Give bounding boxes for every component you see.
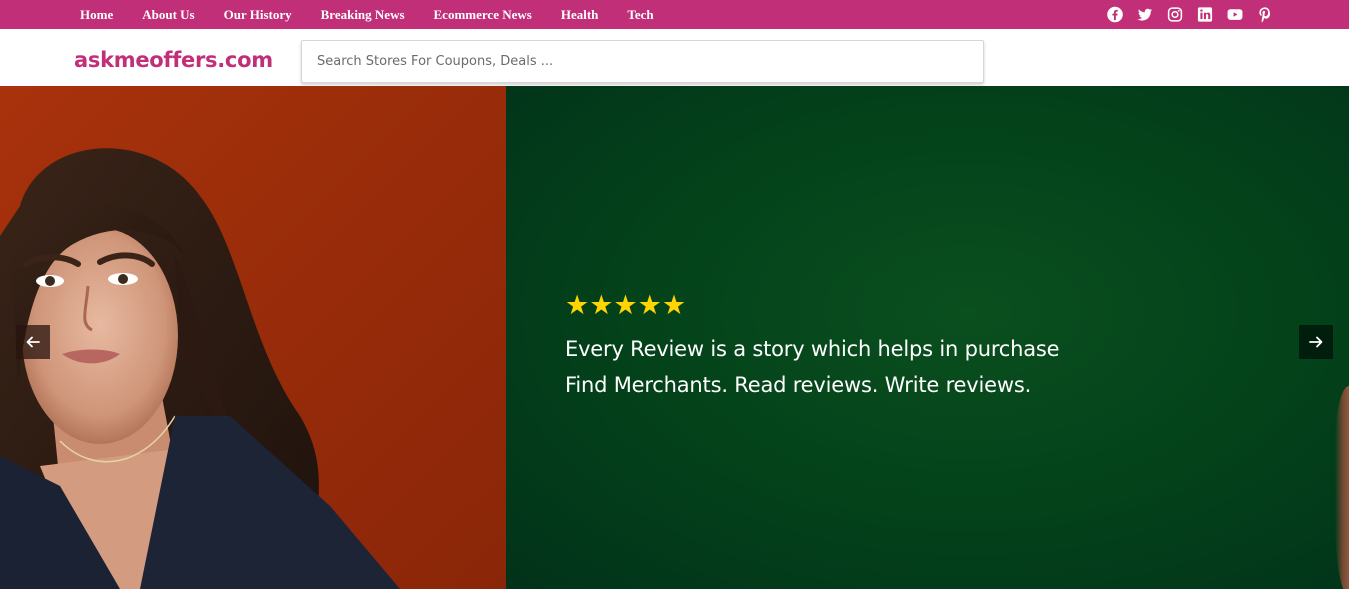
social-links xyxy=(1106,6,1286,23)
arrow-left-icon xyxy=(26,336,40,348)
facebook-icon[interactable] xyxy=(1106,6,1124,23)
nav-home-link[interactable]: Home xyxy=(80,0,113,29)
youtube-icon[interactable] xyxy=(1226,6,1244,23)
pinterest-icon[interactable] xyxy=(1256,6,1274,23)
top-nav-bar: Home About Us Our History Breaking News … xyxy=(0,0,1349,29)
nav-ecommerce-news-link[interactable]: Ecommerce News xyxy=(434,0,532,29)
nav-our-history-link[interactable]: Our History xyxy=(224,0,292,29)
nav-about-us-link[interactable]: About Us xyxy=(142,0,194,29)
site-header: askmeoffers.com xyxy=(0,29,1349,86)
slider-next-button[interactable] xyxy=(1299,325,1333,359)
rating-stars: ★★★★★ xyxy=(565,290,687,321)
site-logo[interactable]: askmeoffers.com xyxy=(74,48,273,72)
nav-health-link[interactable]: Health xyxy=(561,0,599,29)
next-slide-peek-image xyxy=(1335,386,1349,589)
hero-subline: Find Merchants. Read reviews. Write revi… xyxy=(565,373,1032,397)
woman-portrait-image xyxy=(0,148,400,589)
main-nav: Home About Us Our History Breaking News … xyxy=(80,0,683,29)
nav-tech-link[interactable]: Tech xyxy=(627,0,653,29)
hero-headline: Every Review is a story which helps in p… xyxy=(565,337,1060,361)
search-input[interactable] xyxy=(301,40,984,83)
hero-image-panel xyxy=(0,86,506,589)
instagram-icon[interactable] xyxy=(1166,6,1184,23)
linkedin-icon[interactable] xyxy=(1196,6,1214,23)
page-scrollbar[interactable] xyxy=(1349,0,1366,589)
hero-slider: ★★★★★ Every Review is a story which help… xyxy=(0,86,1349,589)
arrow-right-icon xyxy=(1309,336,1323,348)
twitter-icon[interactable] xyxy=(1136,6,1154,23)
nav-breaking-news-link[interactable]: Breaking News xyxy=(321,0,405,29)
slider-prev-button[interactable] xyxy=(16,325,50,359)
